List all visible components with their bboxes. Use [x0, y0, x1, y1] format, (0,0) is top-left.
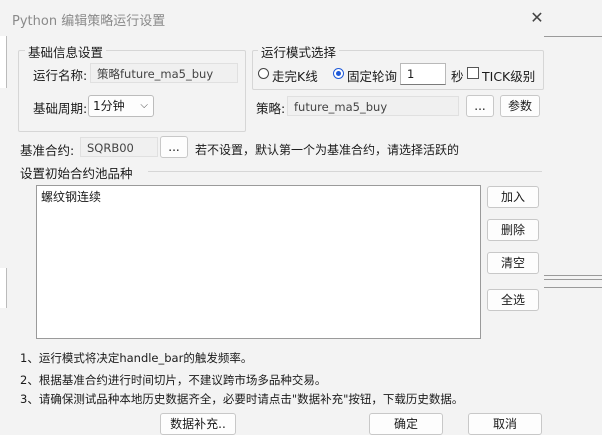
- period-select-value: 1分钟: [93, 99, 125, 113]
- benchmark-hint: 若不设置，默认第一个为基准合约，请选择活跃的: [195, 143, 460, 157]
- contract-pool-divider: [148, 171, 542, 172]
- chevron-down-icon: ⌵: [140, 100, 148, 111]
- radio-fixed-interval[interactable]: [333, 68, 344, 79]
- tick-label[interactable]: TICK级别: [482, 66, 535, 85]
- background-divider: [544, 36, 602, 37]
- tick-checkbox[interactable]: [467, 67, 479, 79]
- run-name-field[interactable]: 策略future_ma5_buy: [90, 63, 238, 83]
- run-mode-legend: 运行模式选择: [258, 42, 340, 61]
- cancel-button[interactable]: 取消: [468, 413, 542, 435]
- radio-fixed-interval-label[interactable]: 固定轮询: [347, 66, 397, 85]
- background-divider: [544, 279, 602, 280]
- strategy-label: 策略:: [256, 101, 286, 116]
- radio-kline-label[interactable]: 走完K线: [272, 66, 318, 85]
- radio-kline[interactable]: [258, 68, 269, 79]
- delete-button[interactable]: 删除: [487, 219, 539, 241]
- strategy-browse-button[interactable]: ...: [466, 95, 494, 117]
- background-divider: [544, 275, 602, 276]
- interval-input[interactable]: 1: [400, 63, 446, 85]
- dialog-titlebar: Python 编辑策略运行设置 ✕: [0, 0, 602, 34]
- benchmark-browse-button[interactable]: ...: [160, 136, 188, 158]
- period-label: 基础周期:: [33, 101, 88, 116]
- basic-info-legend: 基础信息设置: [25, 42, 107, 61]
- params-button[interactable]: 参数: [500, 95, 540, 117]
- close-icon[interactable]: ✕: [526, 8, 548, 28]
- strategy-field[interactable]: future_ma5_buy: [287, 96, 459, 116]
- data-fill-button[interactable]: 数据补充..: [160, 413, 236, 435]
- benchmark-label: 基准合约:: [20, 143, 75, 158]
- dialog-title: Python 编辑策略运行设置: [12, 14, 166, 29]
- run-name-label: 运行名称:: [33, 68, 88, 83]
- seconds-label: 秒: [451, 69, 464, 84]
- period-select[interactable]: 1分钟 ⌵: [88, 95, 154, 117]
- background-divider: [544, 287, 602, 288]
- select-all-button[interactable]: 全选: [487, 289, 539, 311]
- add-button[interactable]: 加入: [487, 186, 539, 208]
- clear-button[interactable]: 清空: [487, 252, 539, 274]
- contract-pool-legend: 设置初始合约池品种: [20, 166, 133, 181]
- benchmark-field[interactable]: SQRB00: [80, 137, 158, 157]
- contract-pool-list[interactable]: 螺纹钢连续: [36, 185, 481, 339]
- list-item[interactable]: 螺纹钢连续: [41, 188, 101, 205]
- note-2: 2、根据基准合约进行时间切片，不建议跨市场多品种交易。: [20, 373, 327, 387]
- note-1: 1、运行模式将决定handle_bar的触发频率。: [20, 351, 253, 365]
- background-window-fragment: [0, 36, 7, 88]
- ok-button[interactable]: 确定: [369, 413, 443, 435]
- note-3: 3、请确保测试品种本地历史数据齐全，必要时请点击"数据补充"按钮，下载历史数据。: [20, 392, 464, 406]
- background-window-fragment: [0, 268, 7, 308]
